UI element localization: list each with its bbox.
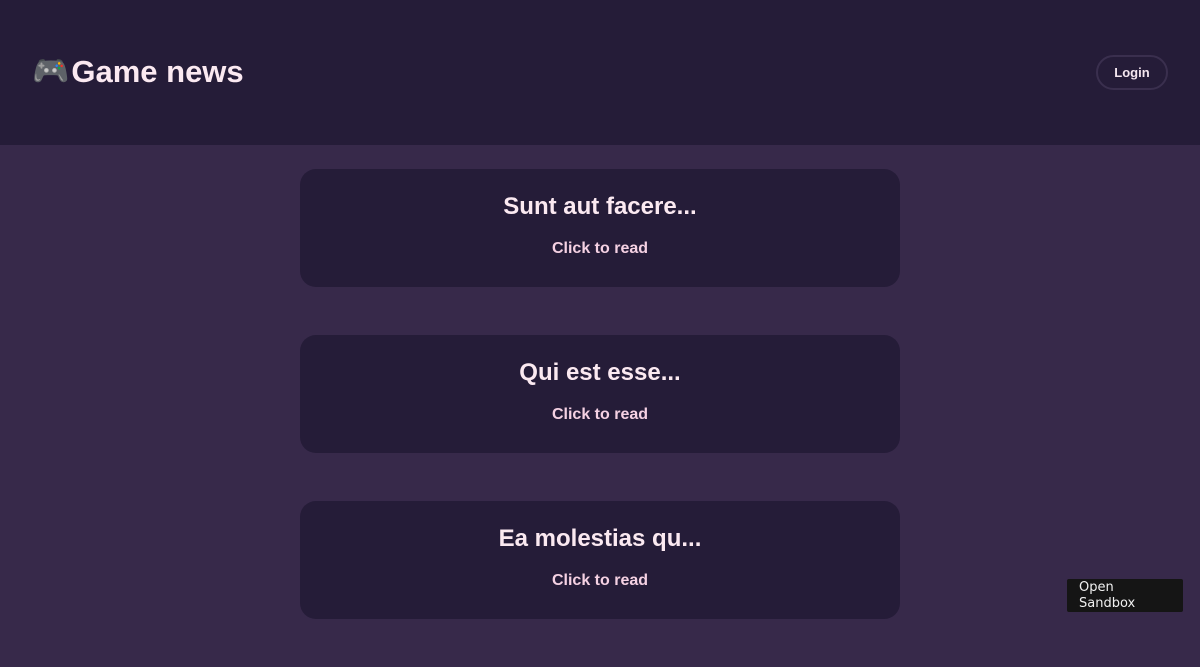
brand[interactable]: 🎮 Game news bbox=[32, 52, 244, 92]
news-card-title: Qui est esse... bbox=[519, 359, 681, 386]
gamepad-icon: 🎮 bbox=[32, 54, 70, 89]
open-sandbox-button[interactable]: Open Sandbox bbox=[1067, 579, 1183, 612]
site-header: 🎮 Game news Login bbox=[0, 0, 1200, 145]
read-link[interactable]: Click to read bbox=[300, 239, 900, 259]
news-card-title: Sunt aut facere... bbox=[503, 193, 697, 220]
news-feed: Sunt aut facere... Click to read Qui est… bbox=[300, 169, 900, 667]
news-card[interactable]: Qui est esse... Click to read bbox=[300, 335, 900, 453]
read-link[interactable]: Click to read bbox=[300, 571, 900, 591]
news-card[interactable]: Ea molestias qu... Click to read bbox=[300, 501, 900, 619]
login-button[interactable]: Login bbox=[1096, 55, 1168, 90]
news-card-title: Ea molestias qu... bbox=[498, 525, 702, 552]
news-card[interactable]: Sunt aut facere... Click to read bbox=[300, 169, 900, 287]
site-title: Game news bbox=[71, 54, 244, 89]
read-link[interactable]: Click to read bbox=[300, 405, 900, 425]
